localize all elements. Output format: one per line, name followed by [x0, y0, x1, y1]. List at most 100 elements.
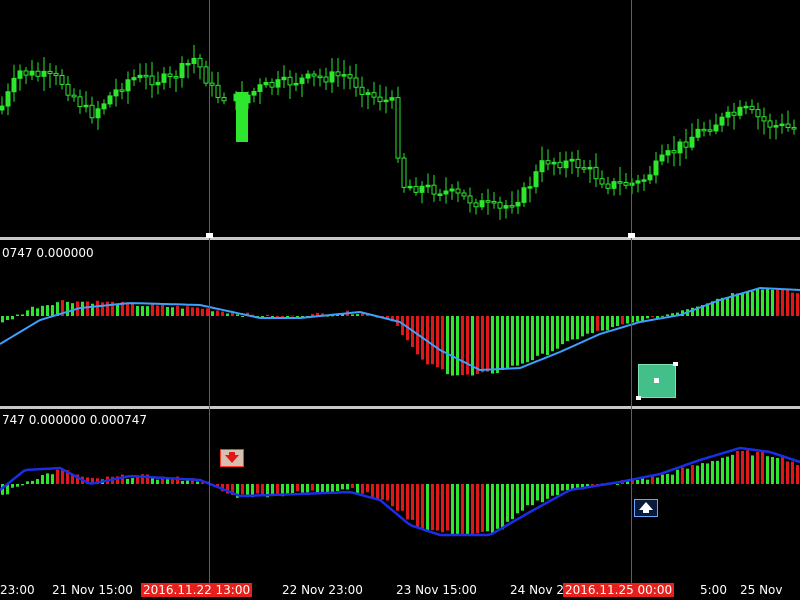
histogram-bar	[481, 484, 484, 532]
candle-body	[281, 76, 287, 81]
histogram-bar	[411, 484, 414, 520]
histogram-bar	[751, 455, 754, 484]
histogram-bar	[756, 451, 759, 484]
candle-body	[17, 70, 23, 79]
vertical-line-2[interactable]	[631, 0, 632, 583]
candle-body	[335, 71, 341, 77]
green-square-icon[interactable]	[636, 362, 678, 400]
histogram-bar	[46, 305, 49, 316]
histogram-bar	[706, 463, 709, 484]
candle-body	[329, 71, 335, 83]
histogram-bar	[526, 484, 529, 506]
histogram-bar	[516, 484, 519, 514]
candle-body	[89, 104, 95, 119]
histogram-bar	[656, 477, 659, 484]
histogram-bar	[796, 465, 799, 484]
histogram-bar	[741, 450, 744, 484]
candle-body	[41, 70, 47, 77]
histogram-bar	[461, 484, 464, 535]
histogram-bar	[136, 305, 139, 316]
histogram-bar	[541, 484, 544, 503]
histogram-bar	[16, 314, 19, 316]
histogram-bar	[746, 450, 749, 484]
histogram-bar	[91, 303, 94, 316]
histogram-bar	[486, 484, 489, 532]
time-label-2: 2016.11.22 13:00	[141, 583, 253, 597]
candle-body	[539, 160, 545, 173]
candle-body	[623, 181, 629, 186]
histogram-bar	[291, 315, 294, 317]
candle-body	[689, 136, 695, 148]
histogram-bar	[736, 293, 739, 316]
vline-1-handle[interactable]	[206, 233, 213, 238]
candle-body	[131, 77, 137, 81]
histogram-bar	[51, 305, 54, 316]
histogram-bar	[386, 484, 389, 501]
macd2-header: 747 0.000000 0.000747	[2, 413, 148, 427]
histogram-bar	[761, 289, 764, 316]
candle-body	[5, 91, 11, 107]
candle-body	[71, 94, 77, 98]
panel-separator-1[interactable]	[0, 237, 800, 240]
candle-body	[737, 106, 743, 116]
histogram-bar	[141, 306, 144, 316]
histogram-bar	[126, 302, 129, 316]
histogram-bar	[721, 457, 724, 484]
histogram-bar	[241, 316, 244, 317]
histogram-bar	[431, 484, 434, 531]
candle-body	[143, 74, 149, 78]
candle-body	[419, 185, 425, 193]
histogram-bar	[356, 484, 359, 493]
vertical-line-1[interactable]	[209, 0, 210, 583]
candle-body	[647, 174, 653, 181]
candle-body	[521, 187, 527, 203]
histogram-bar	[196, 307, 199, 316]
candle-body	[101, 103, 107, 110]
macd2-signal-line	[0, 446, 800, 537]
histogram-bar	[406, 484, 409, 520]
histogram-bar	[1, 316, 4, 323]
candle-body	[473, 202, 479, 208]
buy-arrow-icon[interactable]	[634, 499, 658, 517]
histogram-bar	[146, 306, 149, 316]
histogram-bar	[131, 302, 134, 316]
candle-body	[35, 70, 41, 77]
sell-arrow-icon[interactable]	[220, 449, 244, 467]
candle-body	[683, 141, 689, 148]
candle-body	[503, 205, 509, 209]
candle-body	[23, 70, 29, 76]
candle-body	[47, 70, 53, 74]
time-label-1: 21 Nov 15:00	[52, 583, 133, 597]
histogram-bar	[466, 484, 469, 536]
panel-separator-2[interactable]	[0, 406, 800, 409]
histogram-bar	[511, 484, 514, 520]
histogram-bar	[521, 484, 524, 511]
candle-body	[413, 185, 419, 193]
histogram-bar	[526, 316, 529, 363]
macd1-histogram	[1, 288, 799, 376]
histogram-bar	[181, 480, 184, 484]
histogram-bar	[261, 484, 264, 495]
histogram-bar	[556, 316, 559, 349]
histogram-bar	[376, 484, 379, 499]
candle-body	[389, 97, 395, 101]
histogram-bar	[186, 306, 189, 316]
histogram-bar	[686, 468, 689, 484]
histogram-bar	[6, 316, 9, 321]
histogram-bar	[781, 455, 784, 484]
histogram-bar	[256, 484, 259, 494]
histogram-bar	[21, 314, 24, 316]
candle-body	[599, 178, 605, 185]
vline-2-handle[interactable]	[628, 233, 635, 238]
histogram-bar	[491, 484, 494, 534]
candle-body	[557, 161, 563, 169]
histogram-bar	[681, 467, 684, 484]
candle-body	[545, 160, 551, 165]
histogram-bar	[566, 316, 569, 342]
candle-body	[713, 124, 719, 132]
histogram-bar	[371, 484, 374, 498]
candle-body	[401, 157, 407, 188]
histogram-bar	[601, 316, 604, 331]
histogram-bar	[436, 484, 439, 531]
trading-chart[interactable]	[0, 0, 800, 600]
